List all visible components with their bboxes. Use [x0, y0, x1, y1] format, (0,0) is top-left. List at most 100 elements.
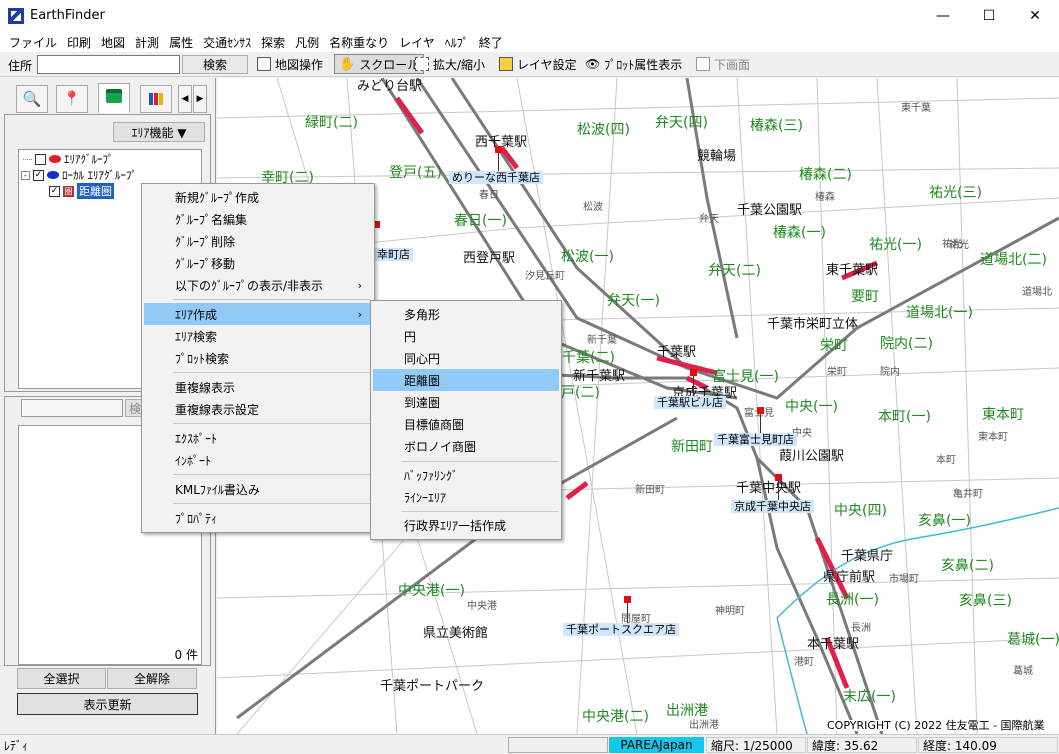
tree-row-area-group[interactable]: ｴﾘｱｸﾞﾙｰﾌﾟ: [23, 151, 114, 167]
plot-attr-button[interactable]: 👁 ﾌﾟﾛｯﾄ属性表示: [581, 54, 686, 74]
select-all-button[interactable]: 全選択: [17, 668, 106, 689]
clear-all-button[interactable]: 全解除: [107, 668, 197, 689]
arrow-left-icon: ◀: [181, 94, 189, 104]
shop-label[interactable]: 幸町店: [374, 248, 413, 261]
status-ready: ﾚﾃﾞｨ: [4, 738, 29, 753]
pin-icon: 📍: [63, 91, 81, 107]
menu-search[interactable]: 探索: [256, 34, 290, 51]
shop-label[interactable]: 千葉ポートスクエア店: [563, 623, 679, 636]
minimize-button[interactable]: —: [920, 0, 966, 32]
layers-icon: [106, 93, 122, 103]
menu-kml-write[interactable]: KMLﾌｧｲﾙ書込み: [144, 478, 372, 500]
plot-search-input[interactable]: [21, 399, 123, 417]
submenu-concentric[interactable]: 同心円: [373, 347, 559, 369]
tab-scroll-right[interactable]: ▶: [193, 85, 207, 113]
menu-exit[interactable]: 終了: [474, 34, 508, 51]
menu-move-group[interactable]: ｸﾞﾙｰﾌﾟ移動: [144, 252, 372, 274]
map-label-green: 要町: [851, 289, 879, 305]
submenu-admin-bulk[interactable]: 行政界ｴﾘｱ一括作成: [373, 514, 559, 536]
shop-label[interactable]: 千葉富士見町店: [714, 433, 797, 446]
status-blank: [508, 737, 608, 753]
menu-file[interactable]: ファイル: [4, 34, 62, 51]
menu-toggle-subgroups[interactable]: 以下のｸﾞﾙｰﾌﾟの表示/非表示 ›: [144, 274, 372, 296]
pin-stem: [778, 481, 779, 500]
tab-chart[interactable]: [140, 85, 172, 113]
shop-pin[interactable]: [495, 146, 502, 153]
submenu-line-area[interactable]: ﾗｲﾝｰｴﾘｱ: [373, 486, 559, 508]
area-function-button[interactable]: ｴﾘｱ機能 ▼: [113, 122, 205, 142]
map-label-green: 戸(二): [561, 385, 600, 401]
submenu-circle[interactable]: 円: [373, 325, 559, 347]
chart-icon: [149, 93, 163, 105]
result-count: 0 件: [174, 648, 198, 662]
status-scale: 縮尺: 1/25000: [706, 737, 806, 753]
maximize-button[interactable]: ☐: [966, 0, 1012, 32]
menu-traffic-census[interactable]: 交通ｾﾝｻｽ: [198, 34, 256, 51]
shop-label[interactable]: 千葉駅ビル店: [654, 396, 726, 409]
checkbox-local-group[interactable]: ✓: [33, 169, 44, 181]
address-search-button[interactable]: 検索: [182, 55, 248, 74]
shop-pin[interactable]: [624, 596, 631, 603]
refresh-display-button[interactable]: 表示更新: [17, 693, 198, 715]
map-label-green: 新田町: [671, 439, 713, 455]
menu-create-area[interactable]: ｴﾘｱ作成 ›: [144, 303, 372, 325]
shop-pin[interactable]: [775, 474, 782, 481]
menu-print[interactable]: 印刷: [62, 34, 96, 51]
menu-measure[interactable]: 計測: [130, 34, 164, 51]
map-label-station: 県庁前駅: [823, 570, 876, 585]
submenu-distance-area[interactable]: 距離圏: [373, 369, 559, 391]
menu-area-search[interactable]: ｴﾘｱ検索: [144, 325, 372, 347]
tab-scroll-left[interactable]: ◀: [178, 85, 192, 113]
checkbox-distance-area[interactable]: ✓: [49, 185, 60, 197]
menu-attribute[interactable]: 属性: [164, 34, 198, 51]
submenu-target-trade-area[interactable]: 目標値商圏: [373, 413, 559, 435]
submenu-polygon[interactable]: 多角形: [373, 303, 559, 325]
map-label-area: 汐見丘町: [525, 271, 565, 282]
map-operation-button[interactable]: 地図操作: [253, 54, 327, 74]
menu-map[interactable]: 地図: [96, 34, 130, 51]
menu-separator: [173, 372, 371, 373]
shop-label[interactable]: めりーな西千葉店: [449, 171, 543, 184]
menu-plot-search[interactable]: ﾌﾟﾛｯﾄ検索: [144, 347, 372, 369]
shop-label[interactable]: 京成千葉中央店: [731, 500, 814, 513]
tree-row-distance-area[interactable]: ✓ 圏 距離圏: [49, 183, 114, 199]
checkbox-area-group[interactable]: [35, 153, 46, 165]
menu-export[interactable]: ｴｸｽﾎﾟｰﾄ: [144, 427, 372, 449]
map-label-green: 弁天(一): [607, 293, 660, 309]
menu-import[interactable]: ｲﾝﾎﾟｰﾄ: [144, 449, 372, 471]
tab-layers[interactable]: [98, 83, 130, 113]
lower-screen-button[interactable]: 下画面: [692, 54, 754, 74]
tab-plot[interactable]: 📍: [56, 85, 88, 113]
layer-settings-button[interactable]: レイヤ設定: [495, 54, 581, 74]
blue-ellipse-icon: [47, 171, 59, 179]
pin-stem: [760, 414, 761, 433]
menu-properties[interactable]: ﾌﾟﾛﾊﾟﾃｨ: [144, 507, 372, 529]
menu-duplicate-lines-settings[interactable]: 重複線表示設定: [144, 398, 372, 420]
menu-delete-group[interactable]: ｸﾞﾙｰﾌﾟ削除: [144, 230, 372, 252]
zoom-button[interactable]: 拡大/縮小: [411, 54, 489, 74]
area-create-submenu: 多角形 円 同心円 距離圏 到達圏 目標値商圏 ボロノイ商圏 ﾊﾞｯﾌｧﾘﾝｸﾞ…: [370, 300, 562, 540]
menu-new-group[interactable]: 新規ｸﾞﾙｰﾌﾟ作成: [144, 186, 372, 208]
close-button[interactable]: ✕: [1012, 0, 1058, 32]
map-label-station: 葭川公園駅: [779, 449, 845, 464]
map-label-green: 中央港(一): [398, 583, 465, 599]
map-label-area: 道場北: [1022, 287, 1052, 298]
map-label-green: 祐光(三): [929, 185, 982, 201]
map-label-area: 本町: [936, 455, 956, 466]
menu-help[interactable]: ﾍﾙﾌﾟ: [440, 34, 474, 51]
address-input[interactable]: [37, 55, 180, 74]
menu-layer[interactable]: レイヤ: [394, 34, 440, 51]
menu-rename-group[interactable]: ｸﾞﾙｰﾌﾟ名編集: [144, 208, 372, 230]
tree-row-local-group[interactable]: - ✓ ﾛｰｶﾙ ｴﾘｱｸﾞﾙｰﾌﾟ: [21, 167, 137, 183]
menu-legend[interactable]: 凡例: [290, 34, 324, 51]
submenu-voronoi[interactable]: ボロノイ商圏: [373, 435, 559, 457]
shop-pin[interactable]: [690, 369, 697, 376]
submenu-reach-area[interactable]: 到達圏: [373, 391, 559, 413]
submenu-buffering[interactable]: ﾊﾞｯﾌｧﾘﾝｸﾞ: [373, 464, 559, 486]
menu-name-overlap[interactable]: 名称重なり: [324, 34, 394, 51]
menu-duplicate-lines[interactable]: 重複線表示: [144, 376, 372, 398]
tab-search[interactable]: 🔍: [16, 85, 48, 113]
shop-pin[interactable]: [757, 407, 764, 414]
map-label-landmark: 競輪場: [697, 149, 737, 164]
zoom-label: 拡大/縮小: [433, 57, 486, 72]
